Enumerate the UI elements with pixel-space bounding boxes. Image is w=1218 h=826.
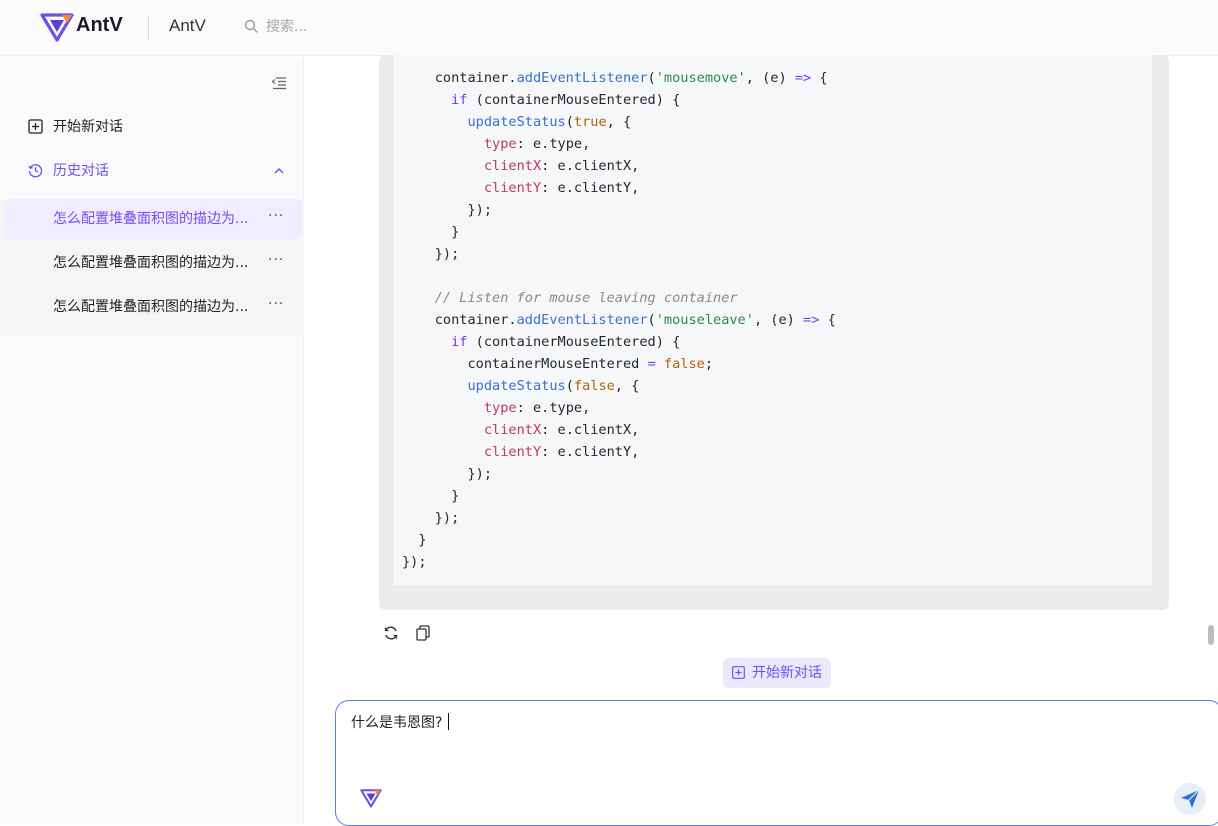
conversation-item[interactable]: 怎么配置堆叠面积图的描边为... ··· xyxy=(4,243,302,283)
more-options-icon[interactable]: ··· xyxy=(268,252,284,268)
chevron-up-icon[interactable] xyxy=(273,166,285,176)
search-icon xyxy=(244,19,258,33)
plus-square-icon xyxy=(732,666,745,679)
conversation-title: 怎么配置堆叠面积图的描边为... xyxy=(53,211,249,227)
sidebar-item-label: 开始新对话 xyxy=(53,119,123,135)
conversation-item[interactable]: 怎么配置堆叠面积图的描边为... ··· xyxy=(4,199,302,239)
search-input[interactable] xyxy=(262,14,410,40)
history-clock-icon xyxy=(28,164,43,178)
message-composer xyxy=(335,700,1218,826)
send-button[interactable] xyxy=(1174,783,1206,815)
antv-logo-icon[interactable] xyxy=(40,12,74,42)
plus-square-icon xyxy=(28,119,43,134)
code-block[interactable]: container.addEventListener('mousemove', … xyxy=(394,55,1152,585)
conversation-item[interactable]: 怎么配置堆叠面积图的描边为... ··· xyxy=(4,287,302,327)
more-options-icon[interactable]: ··· xyxy=(268,296,284,312)
message-input[interactable] xyxy=(349,711,1173,755)
code-content: container.addEventListener('mousemove', … xyxy=(402,70,836,570)
sidebar-item-label: 历史对话 xyxy=(53,163,109,179)
sidebar-item-new-chat[interactable]: 开始新对话 xyxy=(0,107,304,147)
new-chat-label: 开始新对话 xyxy=(752,665,822,681)
scrollbar-thumb[interactable] xyxy=(1208,625,1214,645)
chat-main: container.addEventListener('mousemove', … xyxy=(305,55,1218,826)
site-title[interactable]: AntV xyxy=(169,16,206,36)
new-chat-button[interactable]: 开始新对话 xyxy=(723,658,831,688)
sidebar-item-history[interactable]: 历史对话 xyxy=(0,151,304,191)
antv-logo-icon xyxy=(360,789,382,808)
brand-name[interactable]: AntV xyxy=(76,14,123,37)
code-block-container: container.addEventListener('mousemove', … xyxy=(379,55,1169,610)
send-icon xyxy=(1181,789,1200,808)
text-caret xyxy=(448,713,449,730)
refresh-icon[interactable] xyxy=(383,625,399,641)
sidebar: 开始新对话 历史对话 怎么配置堆叠面积图的描边为... ··· 怎么配置堆叠面积… xyxy=(0,57,304,824)
conversation-title: 怎么配置堆叠面积图的描边为... xyxy=(53,299,249,315)
more-options-icon[interactable]: ··· xyxy=(268,208,284,224)
header-divider xyxy=(148,16,149,40)
collapse-sidebar-icon[interactable] xyxy=(270,75,288,91)
top-header: AntV AntV xyxy=(0,0,1218,56)
conversation-title: 怎么配置堆叠面积图的描边为... xyxy=(53,255,249,271)
copy-icon[interactable] xyxy=(416,625,430,641)
